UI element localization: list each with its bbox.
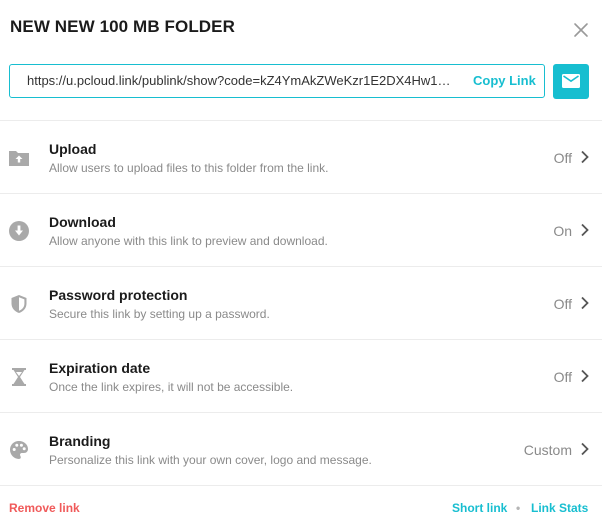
- setting-description: Once the link expires, it will not be ac…: [49, 380, 294, 394]
- hourglass-icon: [12, 368, 26, 386]
- short-link-button[interactable]: Short link: [452, 501, 507, 515]
- footer-separator: •: [516, 501, 521, 515]
- setting-status: Off: [553, 150, 572, 166]
- setting-description: Personalize this link with your own cove…: [49, 453, 372, 467]
- setting-title: Expiration date: [49, 360, 151, 376]
- upload-folder-icon: [9, 151, 29, 166]
- remove-link-button[interactable]: Remove link: [9, 501, 80, 515]
- setting-title: Upload: [49, 141, 97, 157]
- email-link-button[interactable]: [553, 64, 589, 99]
- chevron-right-icon: [581, 442, 589, 456]
- link-stats-button[interactable]: Link Stats: [531, 501, 588, 515]
- download-icon: [9, 221, 29, 241]
- setting-row-branding[interactable]: Branding Personalize this link with your…: [0, 413, 602, 485]
- setting-row-password[interactable]: Password protection Secure this link by …: [0, 267, 602, 339]
- setting-description: Allow anyone with this link to preview a…: [49, 234, 328, 248]
- close-icon[interactable]: [572, 21, 590, 39]
- shield-icon: [11, 295, 27, 313]
- setting-title: Password protection: [49, 287, 188, 303]
- chevron-right-icon: [581, 150, 589, 164]
- setting-status: On: [553, 223, 572, 239]
- mail-icon: [562, 74, 580, 88]
- share-link-url[interactable]: https://u.pcloud.link/publink/show?code=…: [27, 65, 465, 97]
- share-link-field[interactable]: https://u.pcloud.link/publink/show?code=…: [9, 64, 545, 98]
- copy-link-button[interactable]: Copy Link: [473, 65, 536, 97]
- setting-status: Off: [553, 369, 572, 385]
- divider: [0, 485, 602, 486]
- setting-row-upload[interactable]: Upload Allow users to upload files to th…: [0, 121, 602, 193]
- setting-row-expiration[interactable]: Expiration date Once the link expires, i…: [0, 340, 602, 412]
- dialog-title: NEW NEW 100 MB FOLDER: [10, 17, 236, 36]
- setting-description: Secure this link by setting up a passwor…: [49, 307, 270, 321]
- chevron-right-icon: [581, 296, 589, 310]
- setting-status: Custom: [523, 442, 572, 458]
- chevron-right-icon: [581, 223, 589, 237]
- chevron-right-icon: [581, 369, 589, 383]
- palette-icon: [10, 441, 28, 459]
- setting-description: Allow users to upload files to this fold…: [49, 161, 329, 175]
- setting-title: Download: [49, 214, 116, 230]
- setting-row-download[interactable]: Download Allow anyone with this link to …: [0, 194, 602, 266]
- setting-status: Off: [553, 296, 572, 312]
- setting-title: Branding: [49, 433, 111, 449]
